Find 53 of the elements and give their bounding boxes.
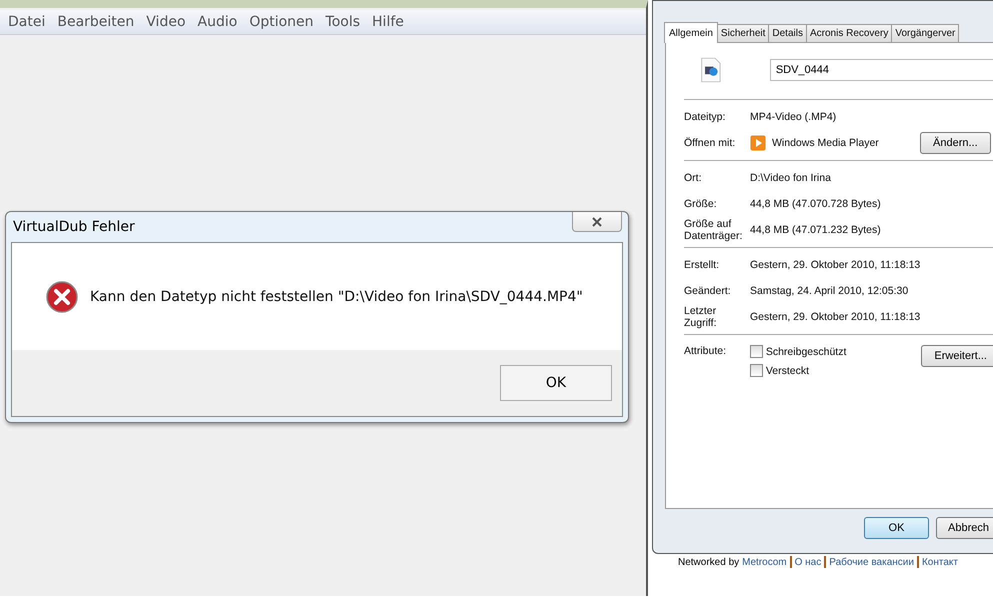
advanced-button[interactable]: Erweitert...: [921, 345, 993, 367]
checkbox-label: Schreibgeschützt: [766, 346, 846, 358]
footer-text: Networked by: [678, 556, 740, 568]
ok-button[interactable]: OK: [500, 365, 612, 401]
footer-link[interactable]: Metrocom: [742, 556, 787, 568]
error-icon: [46, 280, 78, 312]
video-file-icon: [700, 55, 722, 85]
property-label: Erstellt:: [684, 259, 720, 271]
property-value: D:\Video fon Irina: [750, 172, 831, 184]
checkbox-box[interactable]: [750, 345, 763, 358]
footer-link[interactable]: О нас: [794, 556, 822, 568]
menu-item[interactable]: Video: [140, 14, 192, 30]
dialog-button[interactable]: Abbrech: [936, 517, 993, 539]
error-message: Kann den Datetyp nicht feststellen "D:\Video fon Irina\SDV_0444.MP4": [90, 288, 583, 304]
menu-item[interactable]: Optionen: [243, 14, 320, 30]
property-label: Größe auf Datenträger:: [684, 218, 744, 242]
footer-link[interactable]: Контакт: [922, 556, 958, 568]
property-label: Letzter Zugriff:: [684, 305, 718, 329]
play-icon: [750, 135, 766, 151]
tab[interactable]: Sicherheit: [716, 24, 770, 42]
menu-item[interactable]: Datei: [2, 14, 52, 30]
menu-item[interactable]: Bearbeiten: [51, 14, 140, 30]
property-value: Gestern, 29. Oktober 2010, 11:18:13: [750, 311, 920, 323]
tab[interactable]: Details: [768, 24, 807, 42]
tab[interactable]: Vorgängerver: [891, 24, 960, 42]
property-value: Samstag, 24. April 2010, 12:05:30: [750, 285, 908, 297]
checkbox-label: Versteckt: [766, 364, 810, 376]
property-label: Attribute:: [684, 345, 728, 357]
menu-item[interactable]: Audio: [192, 14, 244, 30]
property-value: Gestern, 29. Oktober 2010, 11:18:13: [750, 259, 920, 271]
property-label: Ort:: [684, 172, 702, 184]
property-label: Öffnen mit:: [684, 137, 736, 149]
change-button[interactable]: Ändern...: [920, 132, 991, 154]
menu-item[interactable]: Hilfe: [366, 14, 410, 30]
property-value: 44,8 MB (47.071.232 Bytes): [750, 224, 881, 236]
dialog-title: VirtualDub Fehler: [13, 219, 135, 235]
close-icon: [591, 216, 603, 226]
dialog-button[interactable]: OK: [864, 517, 929, 539]
property-label: Größe:: [684, 198, 718, 210]
checkbox[interactable]: Schreibgeschützt: [750, 345, 922, 358]
property-value: 44,8 MB (47.070.728 Bytes): [750, 198, 881, 210]
property-label: Dateityp:: [684, 111, 726, 123]
menu-item[interactable]: Tools: [320, 14, 366, 30]
checkbox-box[interactable]: [750, 364, 763, 377]
tab[interactable]: Allgemein: [664, 22, 718, 43]
property-label: Geändert:: [684, 285, 732, 297]
tab[interactable]: Acronis Recovery: [806, 24, 892, 42]
close-button[interactable]: [572, 212, 622, 232]
property-value: MP4-Video (.MP4): [750, 111, 836, 123]
file-name-field[interactable]: SDV_0444: [770, 59, 993, 81]
checkbox[interactable]: Versteckt: [750, 364, 922, 377]
footer-link[interactable]: Рабочие вакансии: [829, 556, 914, 568]
property-value: Windows Media Player: [772, 137, 880, 149]
